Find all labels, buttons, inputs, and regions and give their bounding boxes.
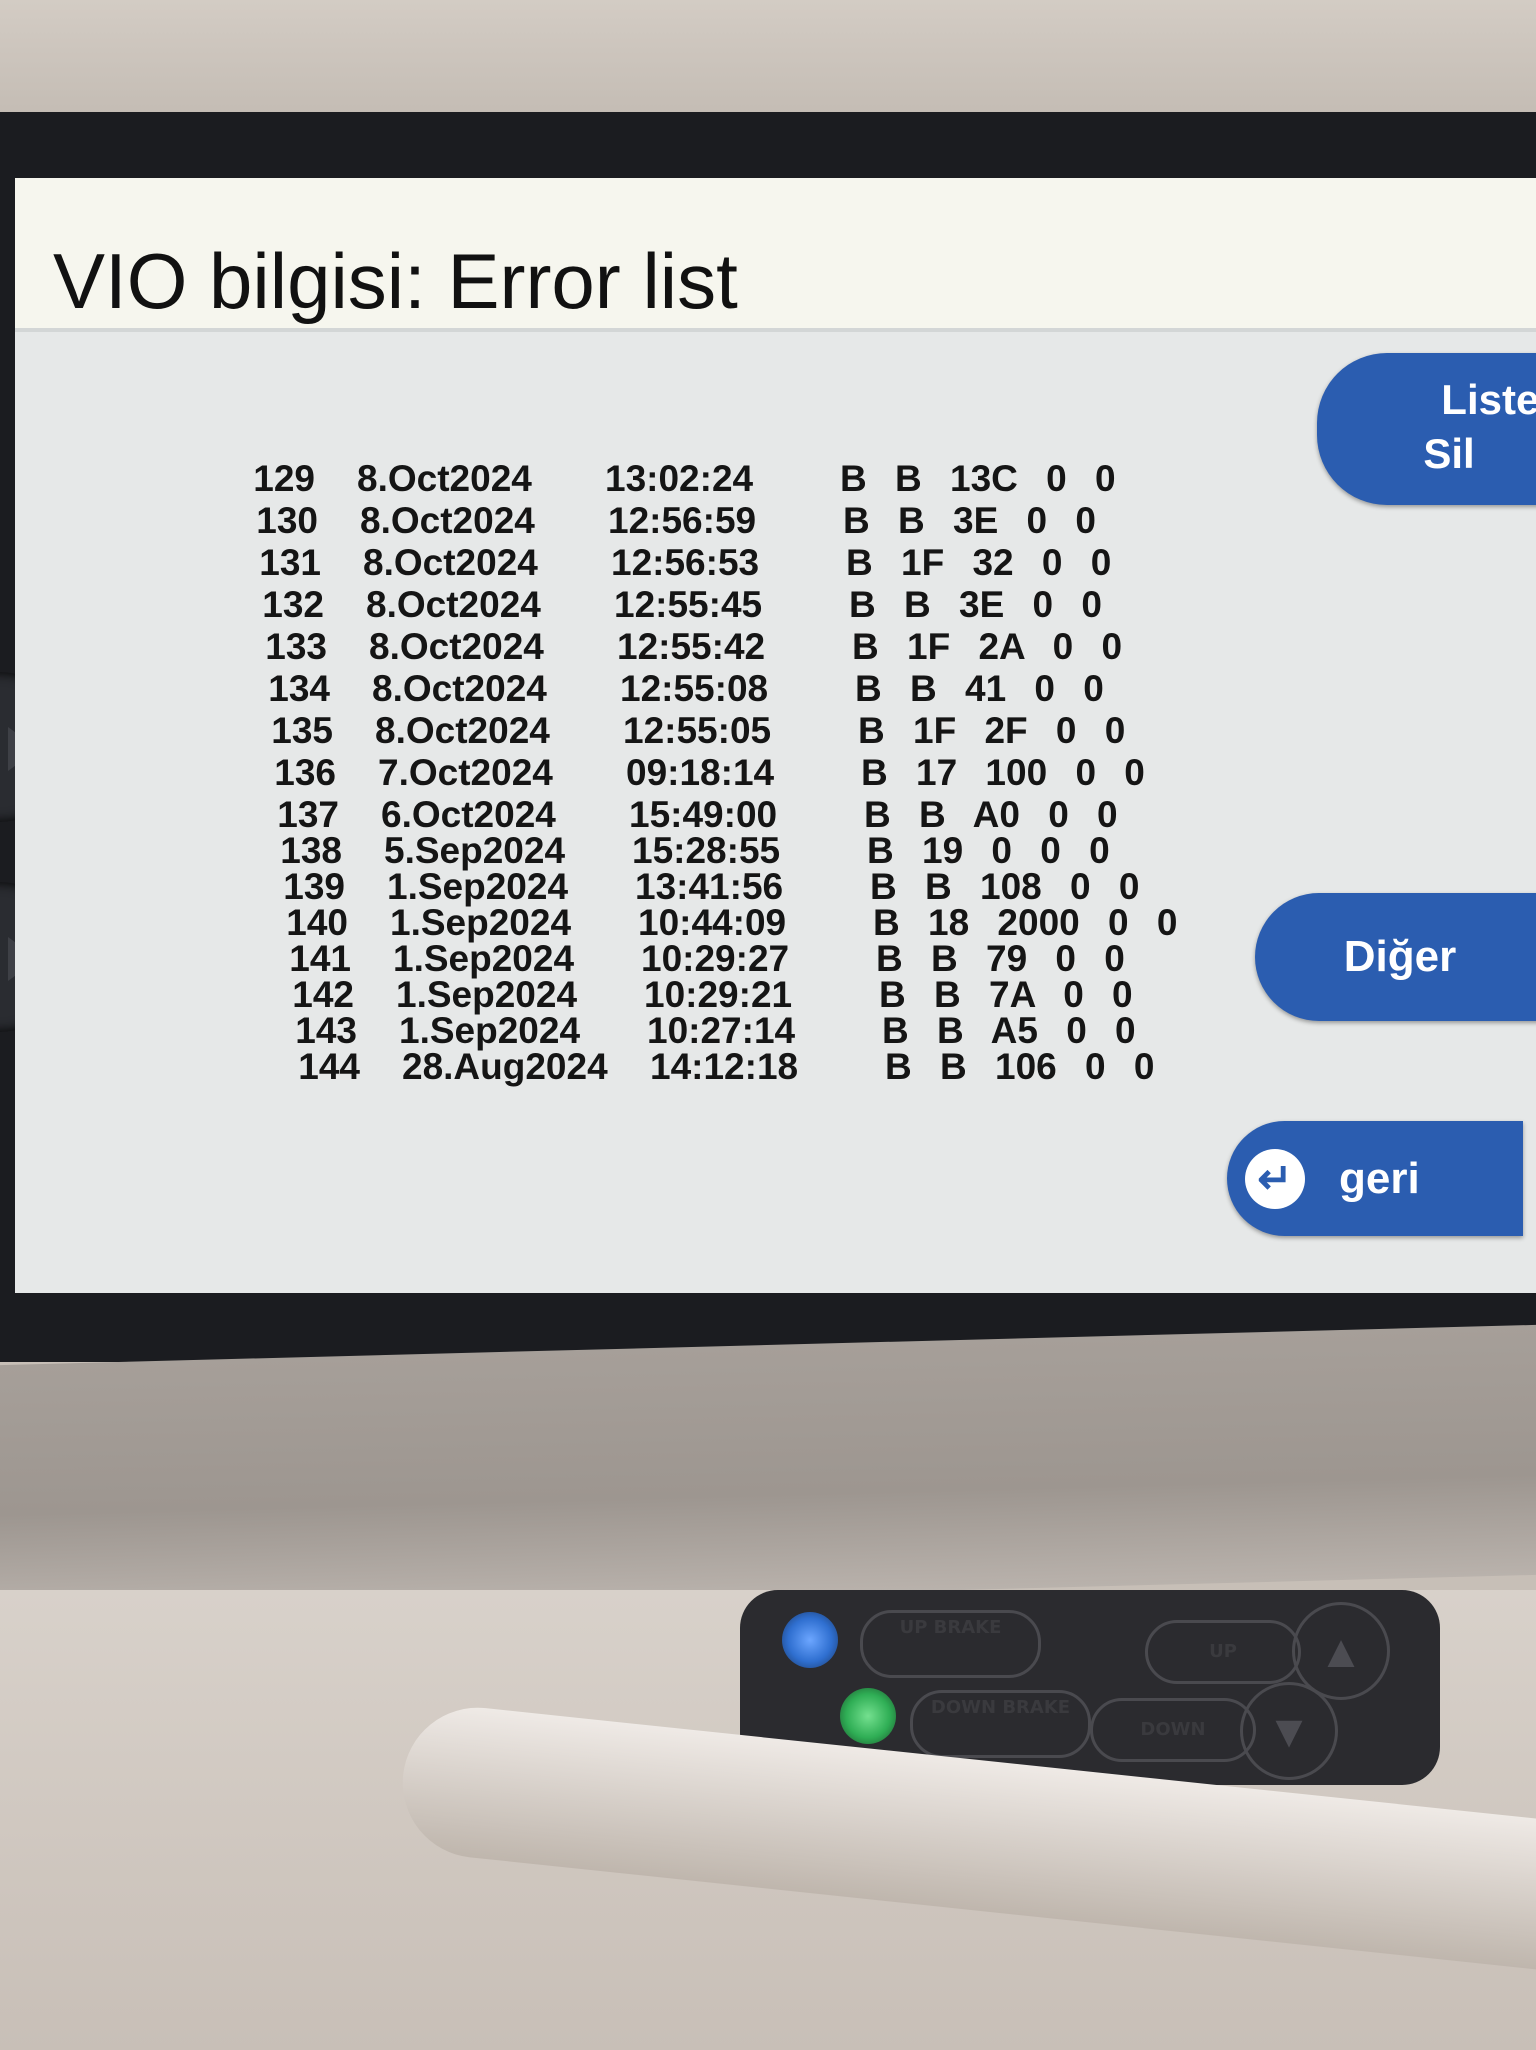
error-date: 8.Oct2024	[366, 584, 541, 625]
geri-label: geri	[1339, 1154, 1420, 1203]
return-arrow-icon: ↵	[1245, 1149, 1305, 1209]
down-brake-button[interactable]: DOWN BRAKE	[910, 1690, 1091, 1758]
error-number: 133	[265, 626, 327, 667]
error-number: 131	[259, 542, 321, 583]
error-row: 143 1.Sep2024 10:27:14 B B A5 0 0	[267, 1010, 1135, 1051]
error-row: 137 6.Oct2024 15:49:00 B B A0 0 0	[249, 794, 1117, 835]
error-time: 12:55:05	[623, 710, 772, 751]
down-brake-led	[840, 1688, 896, 1744]
error-time: 12:55:45	[614, 584, 763, 625]
error-time: 12:55:08	[620, 668, 769, 709]
error-date: 8.Oct2024	[369, 626, 544, 667]
error-time: 12:56:53	[611, 542, 760, 583]
up-brake-label: UP BRAKE	[899, 1617, 1002, 1638]
down-brake-label: DOWN BRAKE	[930, 1697, 1071, 1718]
page-title: VIO bilgisi: Error list	[53, 237, 738, 325]
down-label: DOWN	[1140, 1719, 1206, 1740]
error-number: 134	[268, 668, 330, 709]
display-screen: VIO bilgisi: Error list 129 8.Oct2024 13:0…	[15, 178, 1536, 1293]
up-label: UP	[1209, 1641, 1237, 1662]
error-row: 133 8.Oct2024 12:55:42 B 1F 2A 0 0	[237, 626, 1122, 668]
error-number: 129	[253, 458, 315, 499]
error-row: 138 5.Sep2024 15:28:55 B 19 0 0 0	[252, 830, 1109, 871]
panel-lip	[0, 1324, 1536, 1616]
up-button[interactable]: UP	[1145, 1620, 1301, 1684]
error-number: 136	[274, 752, 336, 793]
error-list: 129 8.Oct2024 13:02:24 B B 13C 0 0 130 8.Oct2…	[225, 458, 1177, 1087]
error-number: 132	[262, 584, 324, 625]
device-bezel-top	[0, 0, 1536, 130]
error-date: 8.Oct2024	[375, 710, 550, 751]
error-time: 12:56:59	[608, 500, 757, 541]
error-codes: B B 3E 0 0	[843, 500, 1096, 541]
error-time: 12:55:42	[617, 626, 766, 667]
error-row: 130 8.Oct2024 12:56:59 B B 3E 0 0	[228, 500, 1096, 542]
error-number: 144	[298, 1046, 360, 1087]
up-brake-button[interactable]: UP BRAKE	[860, 1610, 1041, 1678]
error-row: 134 8.Oct2024 12:55:08 B B 41 0 0	[240, 668, 1104, 710]
error-row: 140 1.Sep2024 10:44:09 B 18 2000 0 0	[258, 902, 1177, 943]
error-date: 8.Oct2024	[363, 542, 538, 583]
listele-sil-button[interactable]: Listel Sil	[1317, 353, 1536, 505]
error-row: 135 8.Oct2024 12:55:05 B 1F 2F 0 0	[243, 710, 1125, 752]
error-row: 136 7.Oct2024 09:18:14 B 17 100 0 0	[246, 752, 1145, 794]
error-codes: B 1F 2A 0 0	[852, 626, 1123, 667]
sil-label: Sil	[1423, 430, 1475, 477]
error-row: 141 1.Sep2024 10:29:27 B B 79 0 0	[261, 938, 1125, 979]
error-date: 7.Oct2024	[378, 752, 553, 793]
title-bar: VIO bilgisi: Error list	[15, 178, 1536, 332]
error-codes: B 17 100 0 0	[861, 752, 1145, 793]
error-time: 14:12:18	[650, 1046, 799, 1087]
down-button[interactable]: DOWN	[1090, 1698, 1256, 1762]
error-codes: B B 41 0 0	[855, 668, 1104, 709]
error-row: 142 1.Sep2024 10:29:21 B B 7A 0 0	[264, 974, 1132, 1015]
up-brake-led	[782, 1612, 838, 1668]
error-codes: B B 13C 0 0	[840, 458, 1116, 499]
geri-button[interactable]: ↵ geri	[1227, 1121, 1523, 1236]
error-row: 139 1.Sep2024 13:41:56 B B 108 0 0	[255, 866, 1139, 907]
error-codes: B 1F 32 0 0	[846, 542, 1112, 583]
diger-button[interactable]: Diğer	[1255, 893, 1536, 1021]
error-time: 09:18:14	[626, 752, 775, 793]
error-row: 131 8.Oct2024 12:56:53 B 1F 32 0 0	[231, 542, 1111, 584]
error-number: 135	[271, 710, 333, 751]
error-row: 132 8.Oct2024 12:55:45 B B 3E 0 0	[234, 584, 1102, 626]
down-arrow-icon[interactable]: ▼	[1240, 1682, 1338, 1780]
error-number: 130	[256, 500, 318, 541]
diger-label: Diğer	[1343, 932, 1457, 981]
error-time: 13:02:24	[605, 458, 754, 499]
error-date: 28.Aug2024	[402, 1046, 608, 1087]
error-date: 8.Oct2024	[372, 668, 547, 709]
listele-label: Listel	[1441, 376, 1536, 423]
error-codes: B B 3E 0 0	[849, 584, 1102, 625]
error-row: 129 8.Oct2024 13:02:24 B B 13C 0 0	[225, 458, 1115, 500]
error-date: 8.Oct2024	[360, 500, 535, 541]
error-codes: B B 106 0 0	[885, 1046, 1155, 1087]
error-codes: B 1F 2F 0 0	[858, 710, 1126, 751]
error-date: 8.Oct2024	[357, 458, 532, 499]
